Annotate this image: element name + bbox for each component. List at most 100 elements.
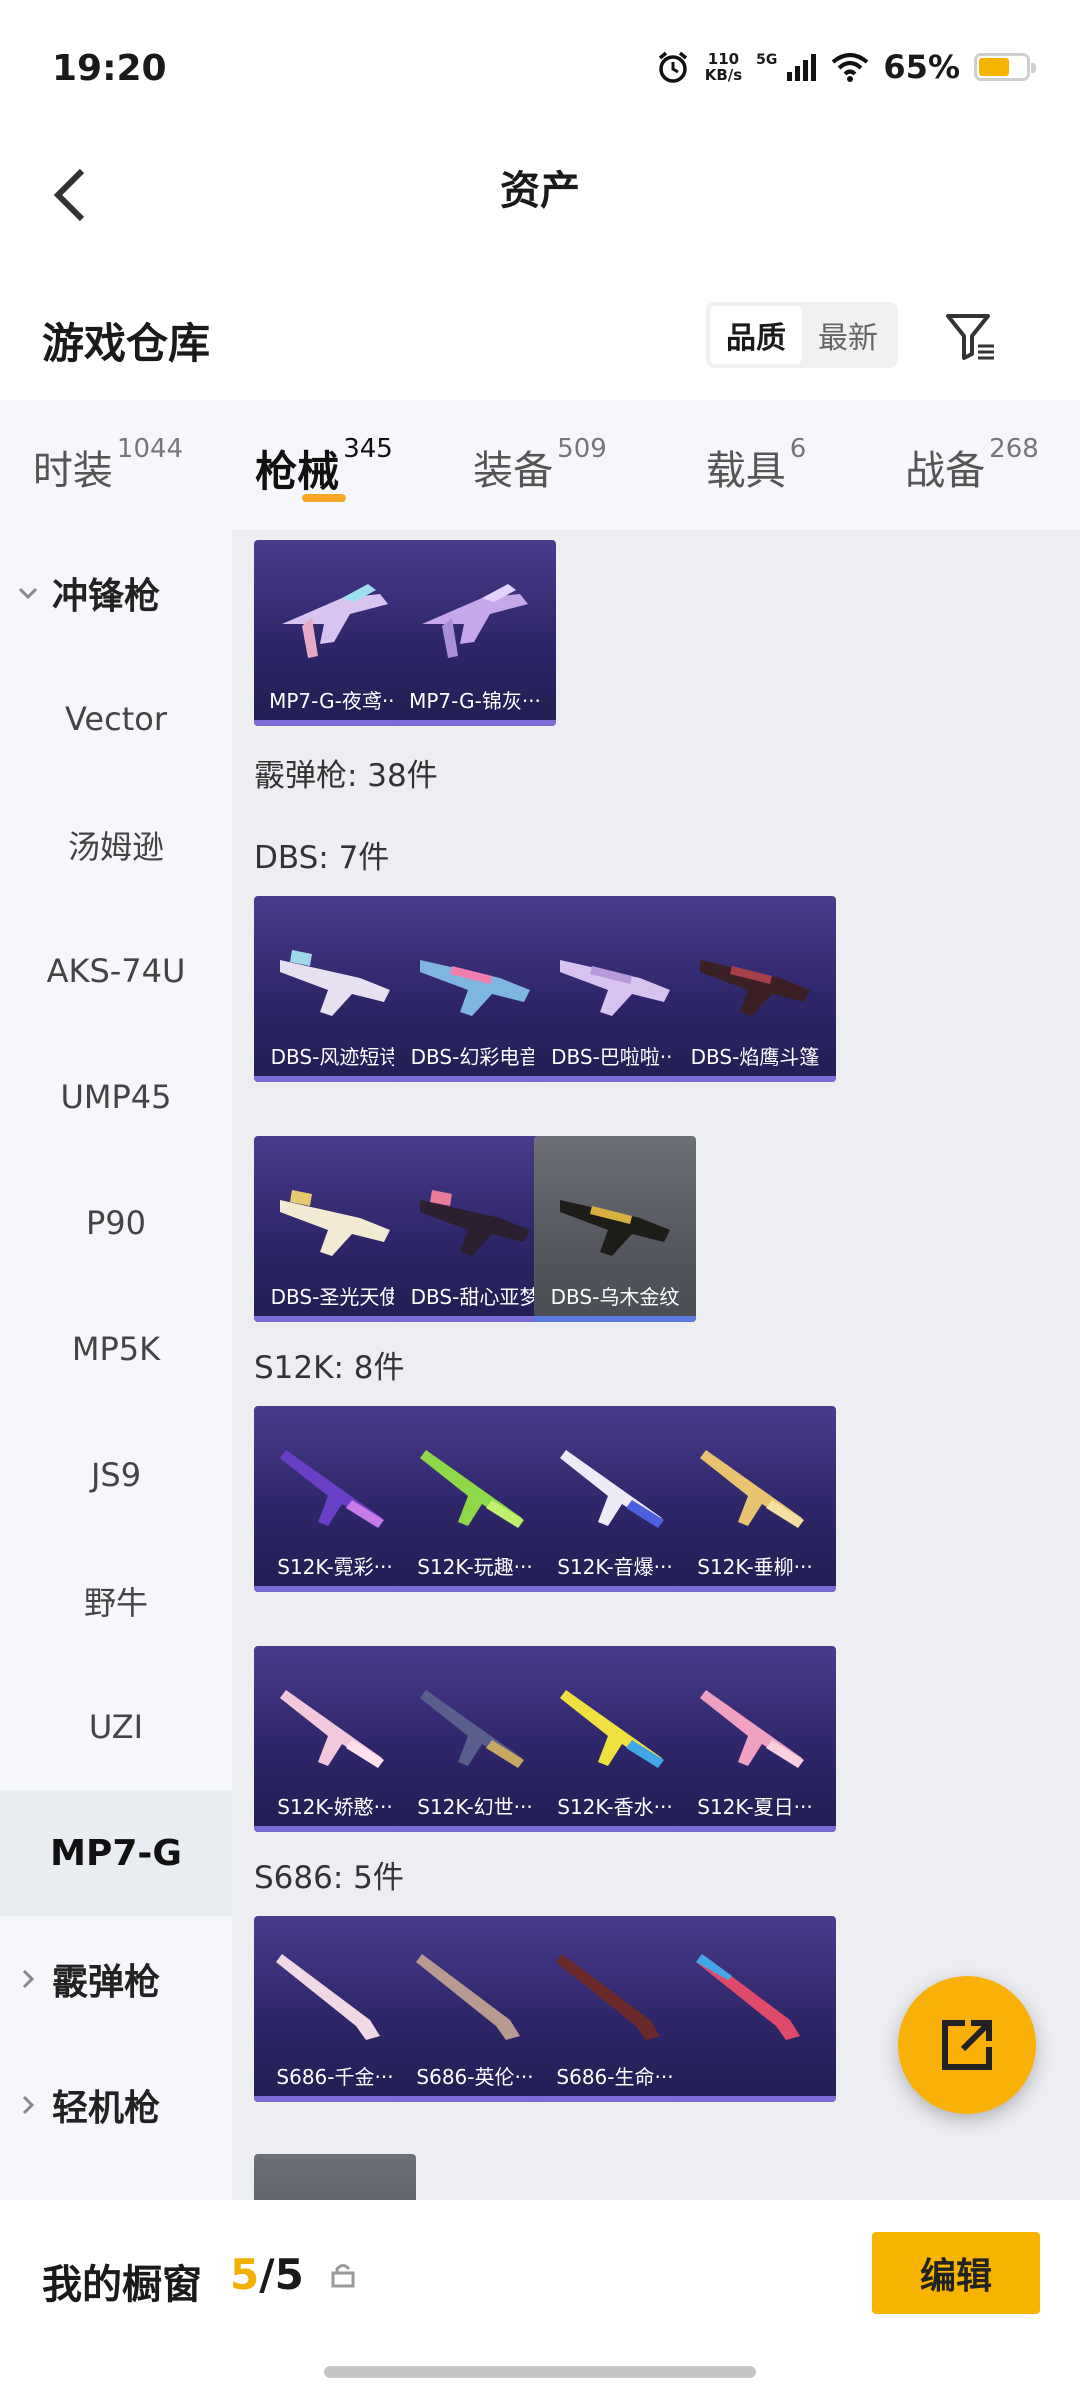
sidebar-item-aks74u[interactable]: AKS-74U <box>0 908 232 1034</box>
active-tab-indicator <box>302 494 346 502</box>
page-title: 资产 <box>500 168 580 214</box>
weapon-card-name: S686-千金··· <box>276 2065 394 2089</box>
weapon-card-name: DBS-焰鹰斗篷 <box>690 1045 820 1069</box>
sidebar-item-vector[interactable]: Vector <box>0 656 232 782</box>
tab-label: 装备 <box>473 448 554 494</box>
tab-equipment[interactable]: 装备 509 <box>432 400 648 530</box>
weapon-card[interactable]: MP7-G-锦灰··· <box>394 540 556 726</box>
weapon-card[interactable]: DBS-幻彩电音 <box>394 896 556 1082</box>
weapon-card[interactable]: DBS-甜心亚梦 <box>394 1136 556 1322</box>
tab-vehicles[interactable]: 载具 6 <box>648 400 864 530</box>
weapon-card-name: DBS-甜心亚梦 <box>410 1285 540 1309</box>
weapon-card[interactable]: S12K-玩趣··· <box>394 1406 556 1592</box>
weapon-card[interactable]: MP7-G-夜鸢··· <box>254 540 416 726</box>
rifle-skin-art <box>700 1690 804 1768</box>
section-shotgun-total: 霰弹枪: 38件 <box>254 758 438 794</box>
showcase-count: 5/5 <box>230 2250 304 2299</box>
rarity-strip <box>674 1826 836 1832</box>
sidebar-item-mp7g[interactable]: MP7-G <box>0 1790 232 1916</box>
weapon-card-name: S686-生命··· <box>556 2065 674 2089</box>
rifle-skin-art <box>560 1450 664 1528</box>
shotgun-skin-art <box>420 1190 530 1256</box>
sidebar-item-thompson[interactable]: 汤姆逊 <box>0 782 232 908</box>
battery-fill <box>979 58 1009 76</box>
weapon-card-name: S12K-音爆··· <box>557 1555 673 1579</box>
weapon-card[interactable]: S12K-夏日··· <box>674 1646 836 1832</box>
smg-skin-art <box>282 584 388 658</box>
weapon-card[interactable]: S686-生命··· <box>534 1916 696 2102</box>
sidebar-group-lmg[interactable]: 轻机枪 <box>0 2042 232 2168</box>
weapon-card[interactable]: DBS-巴啦啦··· <box>534 896 696 1082</box>
rarity-strip <box>534 1586 696 1592</box>
weapon-card-name: S12K-香水··· <box>557 1795 673 1819</box>
rarity-strip <box>674 1586 836 1592</box>
share-button[interactable] <box>898 1976 1036 2114</box>
rarity-strip <box>254 2096 416 2102</box>
share-icon <box>942 2020 992 2070</box>
sidebar-item-ump45[interactable]: UMP45 <box>0 1034 232 1160</box>
tab-label: 载具 <box>705 448 786 494</box>
home-indicator[interactable] <box>324 2366 756 2378</box>
weapon-card[interactable] <box>254 2154 416 2200</box>
sort-quality-button[interactable]: 品质 <box>710 306 802 364</box>
rifle-skin-art <box>280 1690 384 1768</box>
weapon-card[interactable]: DBS-风迹短诗 <box>254 896 416 1082</box>
alarm-icon <box>655 49 691 85</box>
rarity-strip <box>254 1826 416 1832</box>
weapon-card[interactable]: S686-千金··· <box>254 1916 416 2102</box>
rarity-strip <box>534 1316 696 1322</box>
tab-outfits[interactable]: 时装 1044 <box>0 400 216 530</box>
sidebar-group-shotgun[interactable]: 霰弹枪 <box>0 1916 232 2042</box>
edit-button[interactable]: 编辑 <box>872 2232 1040 2314</box>
weapon-card[interactable]: S12K-香水··· <box>534 1646 696 1832</box>
weapon-card[interactable]: DBS-焰鹰斗篷 <box>674 896 836 1082</box>
header: 资产 <box>0 140 1080 250</box>
rarity-strip <box>674 1076 836 1082</box>
weapon-card[interactable]: DBS-圣光天使 <box>254 1136 416 1322</box>
rarity-strip <box>394 1076 556 1082</box>
tab-tactical[interactable]: 战备 268 <box>864 400 1080 530</box>
weapon-card-name: S686-英伦··· <box>416 2065 534 2089</box>
sidebar-item-bizon[interactable]: 野牛 <box>0 1538 232 1664</box>
sidebar-group-label: 轻机枪 <box>52 2088 161 2129</box>
lock-icon <box>330 2262 356 2292</box>
weapon-card-name: MP7-G-锦灰··· <box>409 689 541 713</box>
filter-button[interactable] <box>940 306 1002 368</box>
tab-count: 268 <box>989 434 1039 464</box>
section-s12k: S12K: 8件 <box>254 1350 405 1386</box>
weapon-card-name: S12K-玩趣··· <box>417 1555 533 1579</box>
tab-count: 1044 <box>116 434 184 464</box>
weapon-card[interactable]: S12K-幻世··· <box>394 1646 556 1832</box>
sidebar-group-smg[interactable]: 冲锋枪 <box>0 530 232 656</box>
weapon-card[interactable]: S686-英伦··· <box>394 1916 556 2102</box>
tab-firearms[interactable]: 枪械 345 <box>216 400 432 530</box>
weapon-card[interactable]: S12K-娇憨··· <box>254 1646 416 1832</box>
status-icons: 110 KB/s 5G 65% <box>655 48 1036 86</box>
sidebar-item-mp5k[interactable]: MP5K <box>0 1286 232 1412</box>
weapon-card[interactable]: S12K-垂柳··· <box>674 1406 836 1592</box>
bottom-bar: 我的橱窗 5/5 编辑 <box>0 2200 1080 2350</box>
rarity-strip <box>254 720 416 726</box>
sidebar-group-label: 霰弹枪 <box>52 1962 161 2003</box>
weapon-card[interactable]: DBS-乌木金纹 <box>534 1136 696 1322</box>
sidebar-item-js9[interactable]: JS9 <box>0 1412 232 1538</box>
status-time: 19:20 <box>52 48 167 89</box>
section-dbs: DBS: 7件 <box>254 840 390 876</box>
shotgun-skin-art <box>560 1200 670 1256</box>
sort-newest-button[interactable]: 最新 <box>802 306 894 364</box>
tab-count: 6 <box>789 434 807 464</box>
weapon-card[interactable] <box>674 1916 836 2102</box>
weapon-card-name: S12K-幻世··· <box>417 1795 533 1819</box>
weapon-card-name: DBS-幻彩电音 <box>410 1045 540 1069</box>
sidebar-item-p90[interactable]: P90 <box>0 1160 232 1286</box>
weapon-card[interactable]: S12K-霓彩··· <box>254 1406 416 1592</box>
weapon-card[interactable]: S12K-音爆··· <box>534 1406 696 1592</box>
rarity-strip <box>254 1586 416 1592</box>
sidebar-item-uzi[interactable]: UZI <box>0 1664 232 1790</box>
double-barrel-skin-art <box>556 1954 660 2040</box>
weapon-card-name: S12K-垂柳··· <box>697 1555 813 1579</box>
tab-count: 345 <box>343 434 393 464</box>
warehouse-row: 游戏仓库 品质 最新 <box>0 290 1080 390</box>
rifle-skin-art <box>700 1450 804 1528</box>
weapon-grid: MP7-G-夜鸢··· MP7-G-锦灰··· 霰弹枪: 38件 DBS: 7件… <box>232 530 1080 2200</box>
